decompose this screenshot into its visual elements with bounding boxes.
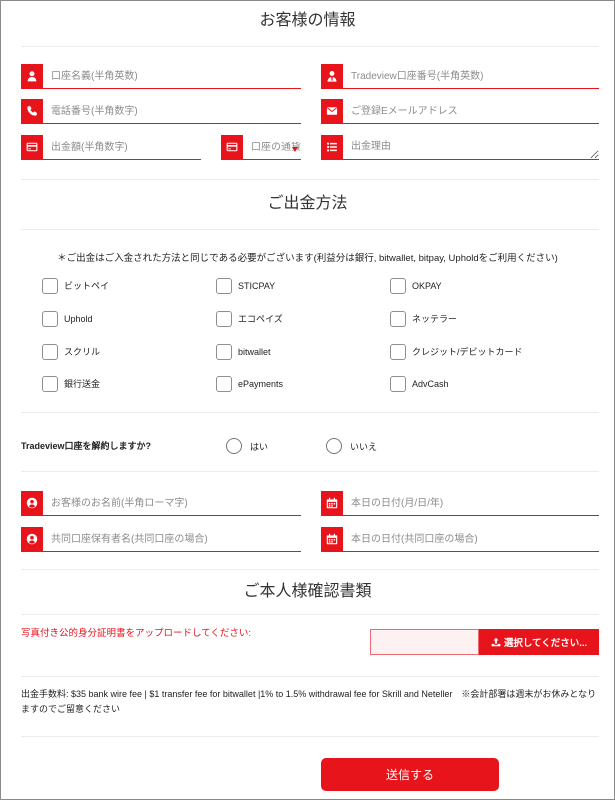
joint-holder-name-field bbox=[21, 527, 301, 552]
phone-icon bbox=[21, 99, 43, 123]
payment-option-label[interactable]: Uphold bbox=[64, 311, 93, 327]
joint-date-input[interactable] bbox=[343, 527, 599, 551]
file-name-field[interactable] bbox=[370, 629, 479, 655]
payment-option-checkbox[interactable] bbox=[390, 344, 406, 360]
account-number-field bbox=[321, 64, 599, 89]
divider bbox=[21, 614, 599, 615]
withdrawal-method-heading: ご出金方法 bbox=[267, 195, 348, 212]
identity-documents-heading: ご本人様確認書類 bbox=[243, 583, 372, 600]
payment-option-checkbox[interactable] bbox=[42, 376, 58, 392]
payment-option-label[interactable]: クレジット/デビットカード bbox=[412, 344, 523, 360]
payment-option-label[interactable]: STICPAY bbox=[238, 278, 275, 294]
payment-option-ecopayz[interactable]: エコペイズ bbox=[216, 311, 283, 327]
payment-option-label[interactable]: ネッテラー bbox=[412, 311, 457, 327]
amount-field bbox=[21, 135, 201, 160]
joint-holder-name-input[interactable] bbox=[43, 527, 301, 551]
credit-card-icon bbox=[21, 135, 43, 159]
account-name-input[interactable] bbox=[43, 64, 301, 88]
close-account-question: Tradeview口座を解約しますか? bbox=[21, 441, 152, 451]
phone-input[interactable] bbox=[43, 99, 301, 123]
credit-card-icon bbox=[221, 135, 243, 159]
radio-label[interactable]: はい bbox=[250, 440, 268, 453]
list-icon bbox=[321, 135, 343, 159]
upload-instruction: 写真付き公的身分証明書をアップロードしてください: bbox=[21, 628, 252, 639]
account-name-field bbox=[21, 64, 301, 89]
payment-option-checkbox[interactable] bbox=[390, 278, 406, 294]
calendar-icon bbox=[321, 491, 343, 515]
divider bbox=[21, 229, 599, 230]
payment-option-label[interactable]: ビットペイ bbox=[64, 278, 109, 294]
withdrawal-method-note: ＊ご出金はご入金された方法と同じである必要がございます(利益分は銀行, bitw… bbox=[57, 253, 558, 264]
payment-option-bank-transfer[interactable]: 銀行送金 bbox=[42, 376, 100, 392]
payment-option-okpay[interactable]: OKPAY bbox=[390, 278, 442, 294]
payment-option-label[interactable]: AdvCash bbox=[412, 376, 449, 392]
divider bbox=[21, 569, 599, 570]
choose-file-button[interactable]: 選択してください... bbox=[479, 629, 599, 655]
divider bbox=[21, 736, 599, 737]
divider bbox=[21, 46, 599, 47]
upload-icon bbox=[491, 637, 501, 647]
payment-option-uphold[interactable]: Uphold bbox=[42, 311, 93, 327]
payment-option-bitwallet[interactable]: bitwallet bbox=[216, 344, 271, 360]
close-account-no[interactable]: いいえ bbox=[326, 438, 377, 454]
divider bbox=[21, 471, 599, 472]
payment-option-label[interactable]: スクリル bbox=[64, 344, 100, 360]
payment-option-label[interactable]: エコペイズ bbox=[238, 311, 283, 327]
fee-note: 出金手数料: $35 bank wire fee | $1 transfer f… bbox=[21, 689, 597, 714]
user-icon bbox=[21, 64, 43, 88]
payment-option-label[interactable]: 銀行送金 bbox=[64, 376, 100, 392]
customer-info-heading: お客様の情報 bbox=[259, 12, 356, 29]
currency-field: 口座の通貨 bbox=[221, 135, 301, 160]
choose-file-label[interactable]: 選択してください... bbox=[504, 635, 587, 649]
radio-label[interactable]: いいえ bbox=[350, 440, 377, 453]
amount-input[interactable] bbox=[43, 135, 201, 159]
user-circle-icon bbox=[21, 527, 43, 551]
customer-name-field bbox=[21, 491, 301, 516]
divider bbox=[21, 676, 599, 677]
reason-textarea[interactable] bbox=[343, 135, 599, 159]
close-account-yes[interactable]: はい bbox=[226, 438, 268, 454]
payment-option-neteller[interactable]: ネッテラー bbox=[390, 311, 457, 327]
user-tie-icon bbox=[321, 64, 343, 88]
payment-option-label[interactable]: ePayments bbox=[238, 376, 283, 392]
withdrawal-form: お客様の情報 口座の通貨 bbox=[0, 0, 615, 800]
submit-button[interactable]: 送信する bbox=[321, 758, 499, 791]
payment-option-checkbox[interactable] bbox=[42, 278, 58, 294]
phone-field bbox=[21, 99, 301, 124]
close-account-yes-radio[interactable] bbox=[226, 438, 242, 454]
payment-option-checkbox[interactable] bbox=[216, 278, 232, 294]
payment-option-advcash[interactable]: AdvCash bbox=[390, 376, 449, 392]
payment-option-checkbox[interactable] bbox=[216, 344, 232, 360]
payment-option-checkbox[interactable] bbox=[42, 344, 58, 360]
email-input[interactable] bbox=[343, 99, 599, 123]
payment-option-credit-debit-card[interactable]: クレジット/デビットカード bbox=[390, 344, 523, 360]
payment-option-label[interactable]: OKPAY bbox=[412, 278, 442, 294]
calendar-icon bbox=[321, 527, 343, 551]
user-circle-icon bbox=[21, 491, 43, 515]
payment-option-checkbox[interactable] bbox=[216, 376, 232, 392]
divider bbox=[21, 412, 599, 413]
payment-option-checkbox[interactable] bbox=[42, 311, 58, 327]
close-account-no-radio[interactable] bbox=[326, 438, 342, 454]
date-field bbox=[321, 491, 599, 516]
envelope-icon bbox=[321, 99, 343, 123]
joint-date-field bbox=[321, 527, 599, 552]
payment-option-checkbox[interactable] bbox=[216, 311, 232, 327]
customer-name-input[interactable] bbox=[43, 491, 301, 515]
payment-option-checkbox[interactable] bbox=[390, 311, 406, 327]
divider bbox=[21, 179, 599, 180]
payment-option-sticpay[interactable]: STICPAY bbox=[216, 278, 275, 294]
file-upload: 選択してください... bbox=[370, 629, 599, 655]
payment-option-checkbox[interactable] bbox=[390, 376, 406, 392]
date-input[interactable] bbox=[343, 491, 599, 515]
account-number-input[interactable] bbox=[343, 64, 599, 88]
email-field bbox=[321, 99, 599, 124]
payment-option-skrill[interactable]: スクリル bbox=[42, 344, 100, 360]
caret-down-icon[interactable] bbox=[292, 147, 298, 152]
payment-option-epayments[interactable]: ePayments bbox=[216, 376, 283, 392]
payment-option-bitpay[interactable]: ビットペイ bbox=[42, 278, 109, 294]
payment-option-label[interactable]: bitwallet bbox=[238, 344, 271, 360]
reason-field bbox=[321, 135, 599, 160]
